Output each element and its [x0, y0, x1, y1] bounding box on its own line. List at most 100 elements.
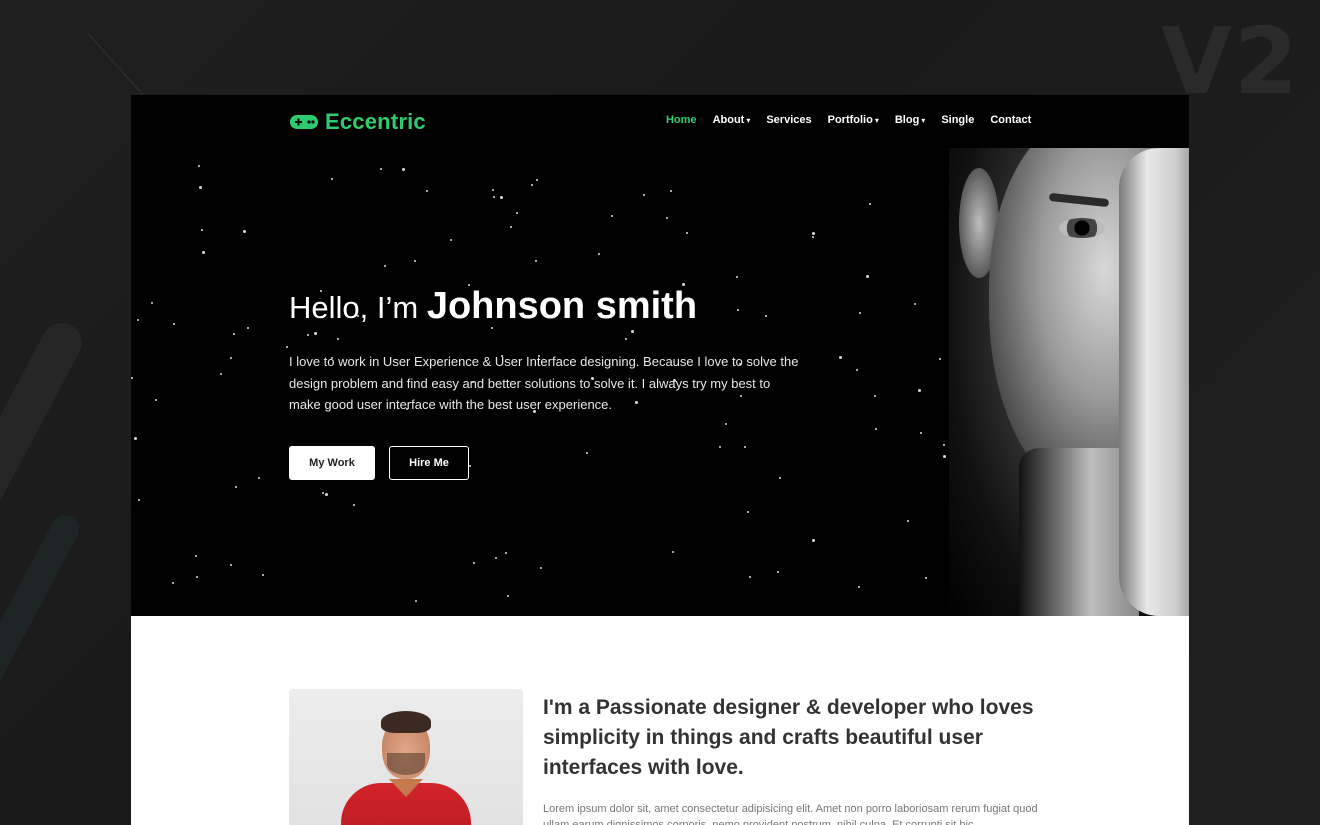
star-dot: [154, 399, 157, 402]
nav-item-about[interactable]: About ▾: [705, 114, 759, 126]
brand-logo[interactable]: Eccentric: [289, 109, 426, 135]
star-dot: [173, 322, 176, 325]
star-dot: [855, 369, 858, 372]
star-dot: [325, 493, 329, 497]
caret-down-icon: ▾: [921, 115, 926, 125]
nav-item-home[interactable]: Home: [658, 114, 705, 126]
hero-portrait-image: [949, 148, 1189, 616]
star-dot: [314, 332, 318, 336]
hire-me-button[interactable]: Hire Me: [389, 446, 469, 480]
star-dot: [865, 275, 869, 279]
star-dot: [137, 499, 140, 502]
star-dot: [469, 464, 472, 467]
star-dot: [286, 345, 289, 348]
star-dot: [586, 451, 589, 454]
star-dot: [631, 329, 635, 333]
about-text: Lorem ipsum dolor sit, amet consectetur …: [543, 803, 1038, 825]
star-dot: [686, 231, 689, 234]
star-dot: [942, 443, 945, 446]
star-dot: [380, 168, 383, 171]
star-dot: [839, 355, 843, 359]
star-dot: [735, 276, 738, 279]
star-dot: [402, 167, 406, 171]
star-dot: [330, 178, 333, 181]
star-dot: [642, 194, 645, 197]
star-dot: [943, 454, 947, 458]
star-dot: [384, 265, 387, 268]
gamepad-icon: [289, 113, 319, 131]
star-dot: [243, 229, 247, 233]
star-dot: [352, 503, 355, 506]
nav-item-label: Services: [766, 114, 812, 126]
star-dot: [906, 520, 909, 523]
caret-down-icon: ▾: [874, 115, 879, 125]
star-dot: [505, 551, 508, 554]
star-dot: [235, 486, 238, 489]
star-dot: [195, 554, 198, 557]
portrait-hand: [1119, 148, 1189, 616]
star-dot: [939, 357, 942, 360]
star-dot: [746, 511, 749, 513]
photo-hair: [381, 711, 431, 733]
star-dot: [666, 216, 669, 219]
star-dot: [198, 186, 202, 190]
hero-description: I love to work in User Experience & User…: [289, 354, 799, 412]
star-dot: [859, 311, 862, 314]
nav-item-portfolio[interactable]: Portfolio ▾: [820, 114, 887, 126]
about-heading: I'm a Passionate designer & developer wh…: [543, 696, 1034, 779]
star-dot: [536, 178, 539, 181]
star-dot: [261, 573, 264, 576]
star-dot: [875, 427, 878, 430]
star-dot: [919, 432, 922, 435]
star-dot: [425, 190, 428, 193]
star-dot: [925, 576, 928, 579]
my-work-button[interactable]: My Work: [289, 446, 375, 480]
star-dot: [873, 395, 876, 398]
star-dot: [749, 575, 752, 578]
star-dot: [515, 211, 518, 214]
star-dot: [812, 231, 816, 235]
star-dot: [597, 253, 600, 255]
star-dot: [232, 332, 235, 335]
nav-item-label: Home: [666, 114, 697, 126]
nav-item-label: About: [712, 114, 745, 126]
star-dot: [500, 196, 504, 200]
backdrop-decoration: [0, 510, 85, 718]
nav-item-label: Contact: [990, 114, 1032, 126]
nav-item-label: Portfolio: [827, 114, 873, 126]
nav-item-contact[interactable]: Contact: [982, 114, 1039, 126]
main-menu: Home About ▾ Services Portfolio ▾ Blog ▾ Single C…: [658, 114, 1039, 126]
top-navbar: Eccentric Home About ▾ Services Portfolio ▾ Bl…: [131, 95, 1189, 148]
nav-item-blog[interactable]: Blog ▾: [887, 114, 933, 126]
star-dot: [540, 567, 543, 570]
star-dot: [200, 229, 203, 232]
star-dot: [670, 189, 673, 192]
star-dot: [150, 302, 153, 305]
nav-item-single[interactable]: Single: [933, 114, 982, 126]
star-dot: [131, 376, 134, 379]
star-dot: [917, 389, 921, 393]
star-dot: [718, 445, 721, 448]
hero-greeting: Hello, I’m: [289, 290, 427, 325]
star-dot: [611, 214, 614, 217]
website-preview: Eccentric Home About ▾ Services Portfolio ▾ Bl…: [131, 95, 1189, 825]
star-dot: [134, 436, 138, 440]
nav-item-label: Blog: [894, 114, 920, 126]
star-dot: [506, 595, 509, 597]
star-dot: [778, 477, 781, 480]
star-dot: [672, 550, 675, 553]
star-dot: [196, 576, 199, 579]
about-photo: [289, 689, 523, 825]
star-dot: [307, 334, 310, 337]
nav-item-services[interactable]: Services: [758, 114, 819, 126]
star-dot: [247, 326, 250, 329]
star-dot: [230, 357, 233, 360]
star-dot: [724, 422, 727, 425]
star-dot: [869, 202, 872, 205]
star-dot: [172, 582, 175, 585]
star-dot: [495, 556, 498, 559]
photo-beard: [387, 753, 425, 775]
star-dot: [914, 302, 917, 305]
star-dot: [743, 446, 746, 449]
star-dot: [473, 561, 476, 564]
